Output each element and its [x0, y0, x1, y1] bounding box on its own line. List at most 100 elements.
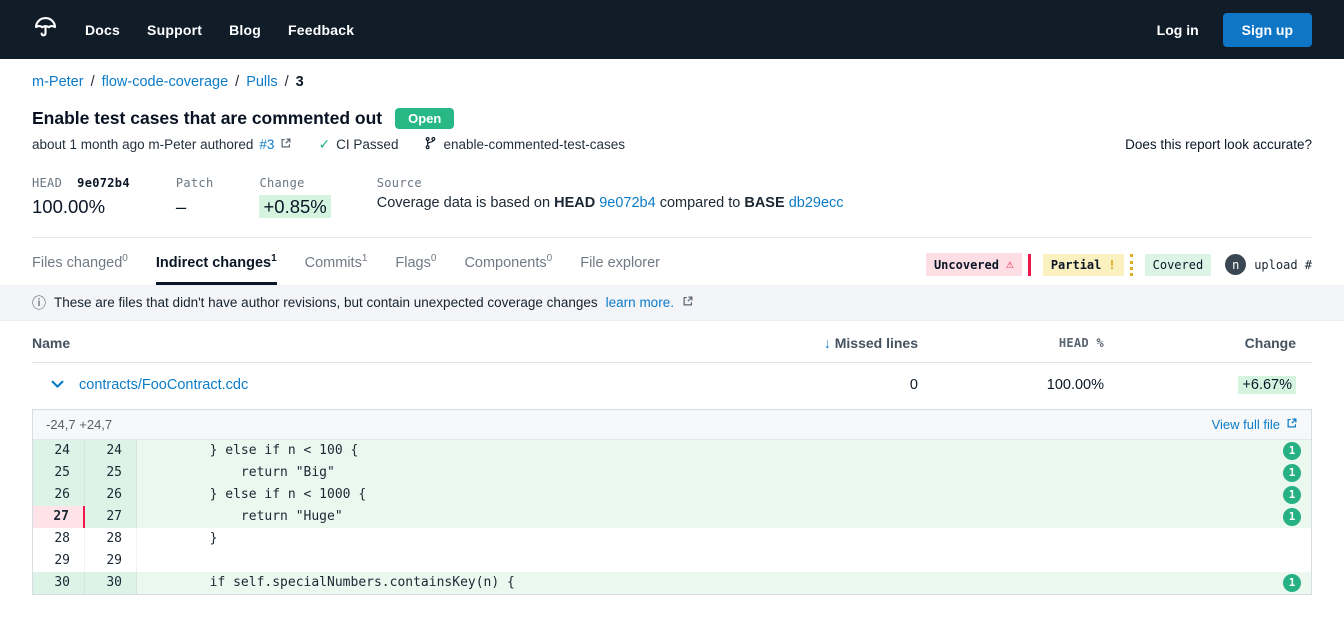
breadcrumb: m-Peter / flow-code-coverage / Pulls / 3 [32, 74, 1312, 90]
breadcrumb-pulls[interactable]: Pulls [246, 74, 277, 90]
code-line: 24 24 } else if n < 100 { 1 [33, 440, 1311, 462]
breadcrumb-separator: / [235, 74, 239, 90]
breadcrumb-pull-number: 3 [296, 74, 304, 90]
code-line: 28 28 } [33, 528, 1311, 550]
uncovered-bar-swatch [1028, 254, 1031, 276]
breadcrumb-separator: / [91, 74, 95, 90]
patch-label: Patch [176, 176, 214, 190]
pull-meta-row: about 1 month ago m-Peter authored #3 ✓ … [32, 136, 1312, 153]
source-head-sha-link[interactable]: 9e072b4 [599, 195, 655, 211]
new-line-number: 30 [85, 572, 137, 594]
table-row: contracts/FooContract.cdc 0 100.00% +6.6… [32, 363, 1312, 408]
legend-covered-label: Covered [1153, 258, 1204, 272]
coverage-legend: Uncovered ⚠ Partial ! Covered n upload # [926, 253, 1312, 284]
pr-number-link[interactable]: #3 [259, 137, 274, 152]
check-icon: ✓ [318, 136, 330, 153]
tab-indirect-changes[interactable]: Indirect changes1 [156, 253, 277, 285]
tab-flags[interactable]: Flags0 [395, 253, 436, 285]
old-line-number: 28 [33, 528, 85, 550]
nav-link-blog[interactable]: Blog [229, 22, 261, 38]
tabs-row: Files changed0 Indirect changes1 Commits… [32, 253, 1312, 285]
branch-name: enable-commented-test-cases [443, 137, 625, 152]
source-description: Coverage data is based on HEAD 9e072b4 c… [377, 195, 844, 211]
legend-partial-label: Partial [1051, 258, 1102, 272]
tab-file-explorer[interactable]: File explorer [580, 253, 660, 285]
upload-count-badge[interactable]: 1 [1283, 464, 1301, 482]
code-line: 27 27 return "Huge" 1 [33, 506, 1311, 528]
nav-link-feedback[interactable]: Feedback [288, 22, 354, 38]
upload-count-badge[interactable]: 1 [1283, 486, 1301, 504]
breadcrumb-owner[interactable]: m-Peter [32, 74, 84, 90]
partial-bar-swatch [1130, 254, 1133, 276]
head-label: HEAD [32, 176, 62, 190]
code-text: } else if n < 1000 { [137, 484, 1311, 506]
source-head-word: HEAD [554, 195, 595, 211]
source-text-1: Coverage data is based on [377, 195, 550, 211]
hunk-header: -24,7 +24,7 [46, 417, 112, 432]
column-head-percent[interactable]: HEAD % [930, 336, 1120, 350]
column-missed-lines[interactable]: ↓ Missed lines [780, 335, 930, 351]
breadcrumb-separator: / [285, 74, 289, 90]
source-base-sha-link[interactable]: db29ecc [789, 195, 844, 211]
learn-more-link[interactable]: learn more. [606, 295, 674, 310]
tab-commits[interactable]: Commits1 [305, 253, 368, 285]
upload-count-badge[interactable]: 1 [1283, 574, 1301, 592]
stat-head: HEAD 9e072b4 100.00% [32, 176, 130, 218]
pull-title-row: Enable test cases that are commented out… [32, 108, 1312, 129]
code-line: 26 26 } else if n < 1000 { 1 [33, 484, 1311, 506]
files-table-header: Name ↓ Missed lines HEAD % Change [32, 326, 1312, 363]
code-text [137, 550, 1311, 572]
upload-count-avatar: n [1225, 254, 1246, 275]
new-line-number: 27 [85, 506, 137, 528]
code-text: if self.specialNumbers.containsKey(n) { [137, 572, 1311, 594]
source-label: Source [377, 176, 844, 190]
head-sha: 9e072b4 [77, 176, 130, 190]
view-full-file-link[interactable]: View full file [1212, 417, 1298, 432]
nav-link-support[interactable]: Support [147, 22, 202, 38]
codecov-logo[interactable] [32, 14, 59, 46]
tabs: Files changed0 Indirect changes1 Commits… [32, 253, 660, 285]
external-link-icon [1286, 417, 1298, 432]
file-cell: contracts/FooContract.cdc [32, 377, 780, 393]
file-name-link[interactable]: contracts/FooContract.cdc [79, 377, 248, 393]
upload-count-badge[interactable]: 1 [1283, 508, 1301, 526]
diff-header: -24,7 +24,7 View full file [33, 410, 1311, 440]
code-text: } else if n < 100 { [137, 440, 1311, 462]
external-link-icon [280, 137, 292, 152]
warning-triangle-icon: ⚠ [1006, 257, 1014, 272]
chevron-down-icon[interactable] [51, 377, 64, 393]
tab-files-changed[interactable]: Files changed0 [32, 253, 128, 285]
head-coverage-value: 100.00% [32, 196, 130, 218]
new-line-number: 29 [85, 550, 137, 572]
old-line-number: 25 [33, 462, 85, 484]
nav-links: Docs Support Blog Feedback [85, 22, 354, 38]
code-line: 25 25 return "Big" 1 [33, 462, 1311, 484]
upload-count-badge[interactable]: 1 [1283, 442, 1301, 460]
missed-lines-value: 0 [780, 377, 930, 393]
stat-source: Source Coverage data is based on HEAD 9e… [377, 176, 844, 218]
old-line-number: 29 [33, 550, 85, 572]
login-link[interactable]: Log in [1157, 22, 1199, 38]
legend-partial: Partial ! [1043, 254, 1124, 276]
new-line-number: 28 [85, 528, 137, 550]
upload-label: upload # [1254, 258, 1312, 272]
code-diff-panel: -24,7 +24,7 View full file 24 24 } else … [32, 409, 1312, 595]
code-text: } [137, 528, 1311, 550]
legend-covered: Covered [1145, 254, 1212, 276]
source-text-2: compared to [660, 195, 741, 211]
legend-uncovered: Uncovered ⚠ [926, 253, 1022, 276]
old-line-number: 30 [33, 572, 85, 594]
indirect-changes-banner: ⓘ These are files that didn't have autho… [0, 285, 1344, 321]
signup-button[interactable]: Sign up [1223, 13, 1312, 47]
git-branch-icon [424, 136, 437, 153]
head-percent-value: 100.00% [930, 377, 1120, 393]
top-navbar: Docs Support Blog Feedback Log in Sign u… [0, 0, 1344, 59]
column-name[interactable]: Name [32, 335, 780, 351]
breadcrumb-repo[interactable]: flow-code-coverage [102, 74, 229, 90]
code-line: 30 30 if self.specialNumbers.containsKey… [33, 572, 1311, 594]
coverage-stats: HEAD 9e072b4 100.00% Patch – Change +0.8… [32, 176, 1312, 238]
legend-uncovered-label: Uncovered [934, 258, 999, 272]
tab-components[interactable]: Components0 [464, 253, 552, 285]
column-change[interactable]: Change [1120, 335, 1312, 351]
nav-link-docs[interactable]: Docs [85, 22, 120, 38]
